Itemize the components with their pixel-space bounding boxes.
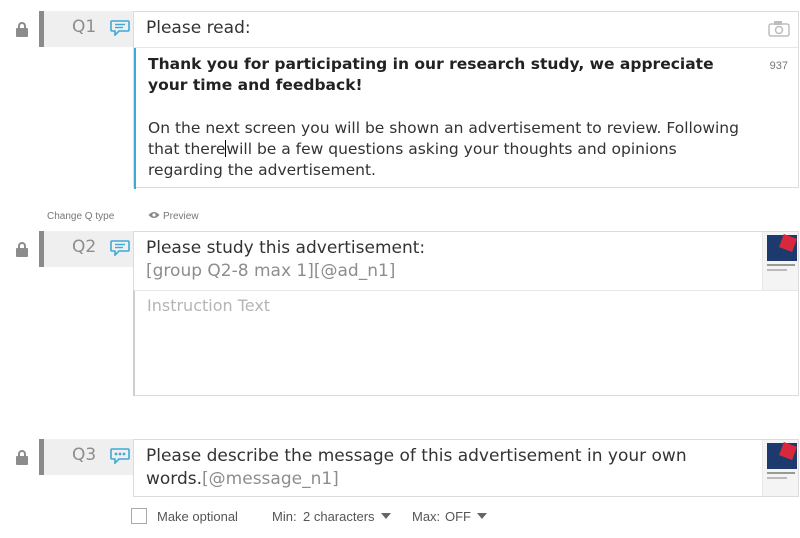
q1-card: Please read: Thank you for participating… — [133, 11, 799, 189]
min-select[interactable]: 2 characters — [303, 509, 391, 524]
max-select[interactable]: OFF — [445, 509, 487, 524]
speech-bubble-dots-icon[interactable] — [110, 447, 130, 464]
advertisement-thumbnail[interactable] — [762, 440, 798, 496]
q1-number: Q1 — [72, 17, 97, 37]
min-label: Min: — [272, 509, 297, 524]
q1-text-editor[interactable]: Thank you for participating in our resea… — [134, 48, 798, 189]
lock-icon[interactable] — [15, 450, 29, 466]
lock-icon[interactable] — [15, 22, 29, 38]
preview-link[interactable]: Preview — [148, 211, 199, 222]
chevron-down-icon — [380, 513, 391, 519]
q3-header: Q3 — [0, 439, 134, 475]
speech-bubble-icon[interactable] — [110, 19, 130, 36]
camera-icon[interactable] — [768, 20, 790, 37]
advertisement-thumbnail[interactable] — [762, 232, 798, 290]
instruction-text-field[interactable]: Instruction Text — [133, 290, 798, 396]
q1-bold-text: Thank you for participating in our resea… — [148, 55, 714, 94]
max-label: Max: — [412, 509, 441, 524]
speech-bubble-icon[interactable] — [110, 239, 130, 256]
character-count: 937 — [769, 60, 788, 72]
q2-number: Q2 — [72, 237, 97, 257]
q2-title-field[interactable]: Please study this advertisement: [group … — [134, 232, 798, 290]
q3-card: Please describe the message of this adve… — [133, 439, 799, 497]
q2-tab[interactable]: Q2 — [39, 231, 134, 267]
eye-icon — [148, 212, 160, 218]
q3-number: Q3 — [72, 445, 97, 465]
q1-title[interactable]: Please read: — [134, 12, 798, 48]
q3-title-field[interactable]: Please describe the message of this adve… — [134, 440, 798, 496]
lock-icon[interactable] — [15, 242, 29, 258]
make-optional-checkbox[interactable] — [131, 508, 147, 524]
q2-header: Q2 — [0, 231, 134, 267]
q3-code: [@message_n1] — [202, 469, 339, 489]
q2-title: Please study this advertisement: — [146, 238, 426, 258]
q1-header: Q1 — [0, 11, 134, 47]
make-optional-label: Make optional — [157, 509, 238, 524]
q1-body-text: On the next screen you will be shown an … — [148, 119, 739, 179]
q2-code: [group Q2-8 max 1][@ad_n1] — [146, 261, 396, 281]
q1-tab[interactable]: Q1 — [39, 11, 134, 47]
change-q-type-link[interactable]: Change Q type — [47, 211, 114, 222]
chevron-down-icon — [477, 513, 487, 519]
q3-tab[interactable]: Q3 — [39, 439, 134, 475]
q2-card: Please study this advertisement: [group … — [133, 231, 799, 396]
